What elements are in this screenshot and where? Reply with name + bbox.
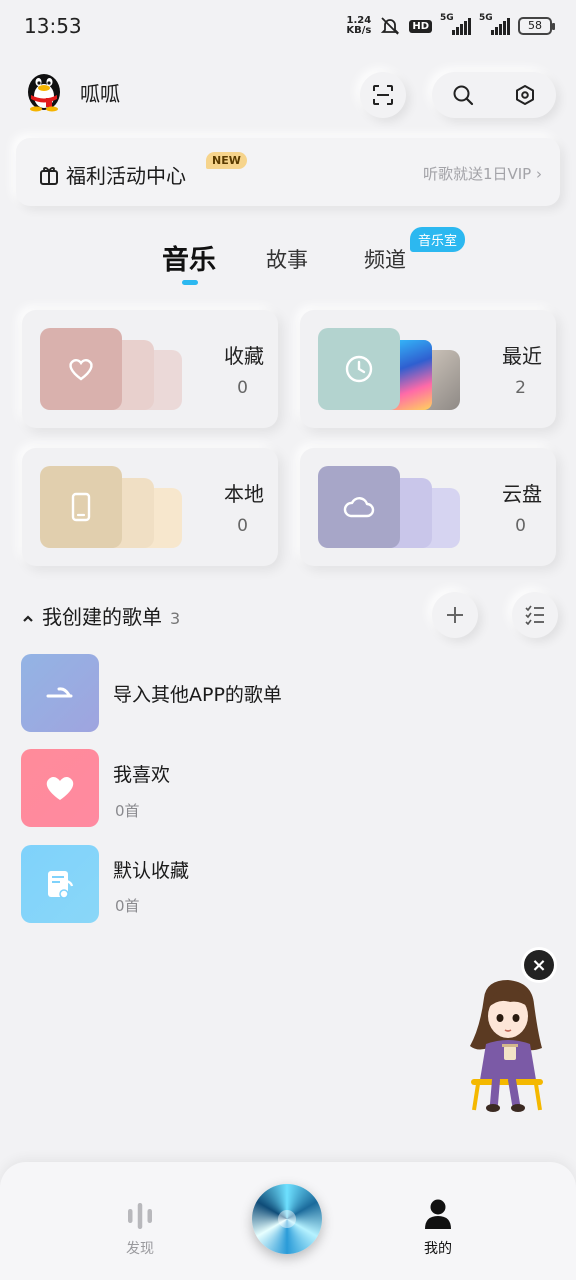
card-count: 0 [515, 516, 526, 536]
signal-icon: 5G [440, 13, 471, 35]
username[interactable]: 呱呱 [80, 78, 120, 107]
welfare-promo[interactable]: 听歌就送1日VIP › [423, 163, 542, 184]
import-arrow-icon [46, 687, 73, 698]
battery-icon: 58 [518, 17, 555, 35]
welfare-banner[interactable]: 福利活动中心 NEW 听歌就送1日VIP › [16, 138, 560, 206]
playlist-title[interactable]: 导入其他APP的歌单 [113, 680, 282, 707]
scan-button[interactable] [360, 72, 406, 118]
add-playlist-button[interactable] [432, 592, 478, 638]
floating-character[interactable] [466, 978, 548, 1118]
welfare-title-text: 福利活动中心 [66, 164, 186, 188]
card-cloud[interactable]: 云盘 0 [300, 448, 556, 566]
settings-button[interactable] [494, 72, 556, 118]
phone-icon [71, 492, 91, 522]
gift-icon [40, 166, 58, 185]
playlist-cover-import[interactable] [21, 654, 99, 732]
manage-playlist-button[interactable] [512, 592, 558, 638]
nav-mine[interactable]: 我的 [414, 1198, 462, 1258]
sim2-label: 5G [479, 13, 493, 23]
section-title: 我创建的歌单 [42, 605, 162, 629]
heart-icon [46, 777, 74, 800]
new-badge: NEW [206, 152, 247, 169]
search-icon [453, 85, 474, 106]
header-actions [432, 72, 556, 118]
card-label: 本地 [224, 482, 264, 506]
section-count: 3 [170, 609, 181, 628]
welfare-promo-text: 听歌就送1日VIP [422, 165, 532, 183]
plus-icon [447, 607, 463, 623]
signal-icon: 5G [479, 13, 510, 35]
chevron-right-icon: › [536, 165, 542, 183]
tab-music[interactable]: 音乐 [162, 238, 216, 277]
welfare-title: 福利活动中心 [38, 160, 186, 189]
status-time: 13:53 [24, 14, 82, 38]
close-icon: × [531, 954, 547, 976]
playlist-song-count: 0首 [115, 897, 140, 915]
playlist-title[interactable]: 默认收藏 [113, 856, 189, 883]
user-icon [425, 1199, 451, 1229]
nav-label: 发现 [126, 1241, 154, 1257]
music-doc-icon [48, 871, 74, 899]
hd-badge: HD [409, 19, 432, 33]
card-label: 收藏 [224, 344, 264, 368]
playlist-section-toggle[interactable]: 我创建的歌单 3 [22, 601, 180, 630]
status-icons: 1.24 KB/s HD 5G 5G 58 [346, 13, 555, 36]
playlist-cover-liked[interactable] [21, 749, 99, 827]
scan-icon [373, 85, 393, 105]
cloud-icon [343, 497, 375, 518]
mute-icon [381, 17, 400, 35]
tab-indicator [182, 280, 198, 285]
music-room-badge: 音乐室 [410, 227, 466, 252]
net-speed-unit: KB/s [346, 25, 372, 36]
nav-label: 我的 [424, 1241, 452, 1257]
card-favorites[interactable]: 收藏 0 [22, 310, 278, 428]
net-speed: 1.24 KB/s [346, 16, 371, 36]
close-floating-button[interactable]: × [524, 950, 554, 980]
clock-icon [345, 355, 373, 383]
checklist-icon [525, 605, 544, 625]
sim1-label: 5G [440, 13, 454, 23]
search-button[interactable] [432, 72, 494, 118]
card-count: 0 [237, 378, 248, 398]
card-label: 最近 [502, 344, 542, 368]
tab-story[interactable]: 故事 [266, 244, 308, 274]
playlist-cover-default[interactable] [21, 845, 99, 923]
card-count: 2 [515, 378, 526, 398]
playlist-song-count: 0首 [115, 802, 140, 820]
disc-center [278, 1210, 296, 1228]
heart-outline-icon [69, 359, 93, 381]
tab-channel[interactable]: 频道 [364, 244, 406, 274]
card-label: 云盘 [502, 482, 542, 506]
chevron-up-icon [23, 615, 33, 622]
nav-discover[interactable]: 发现 [116, 1200, 164, 1258]
hexagon-settings-icon [516, 85, 534, 105]
card-local[interactable]: 本地 0 [22, 448, 278, 566]
card-recent[interactable]: 最近 2 [300, 310, 556, 428]
sound-bars-icon [128, 1203, 152, 1229]
card-count: 0 [237, 516, 248, 536]
playlist-title[interactable]: 我喜欢 [113, 760, 170, 787]
status-bar: 13:53 1.24 KB/s HD 5G 5G 58 [0, 0, 576, 56]
now-playing-disc[interactable] [252, 1184, 322, 1254]
avatar[interactable] [22, 68, 66, 112]
